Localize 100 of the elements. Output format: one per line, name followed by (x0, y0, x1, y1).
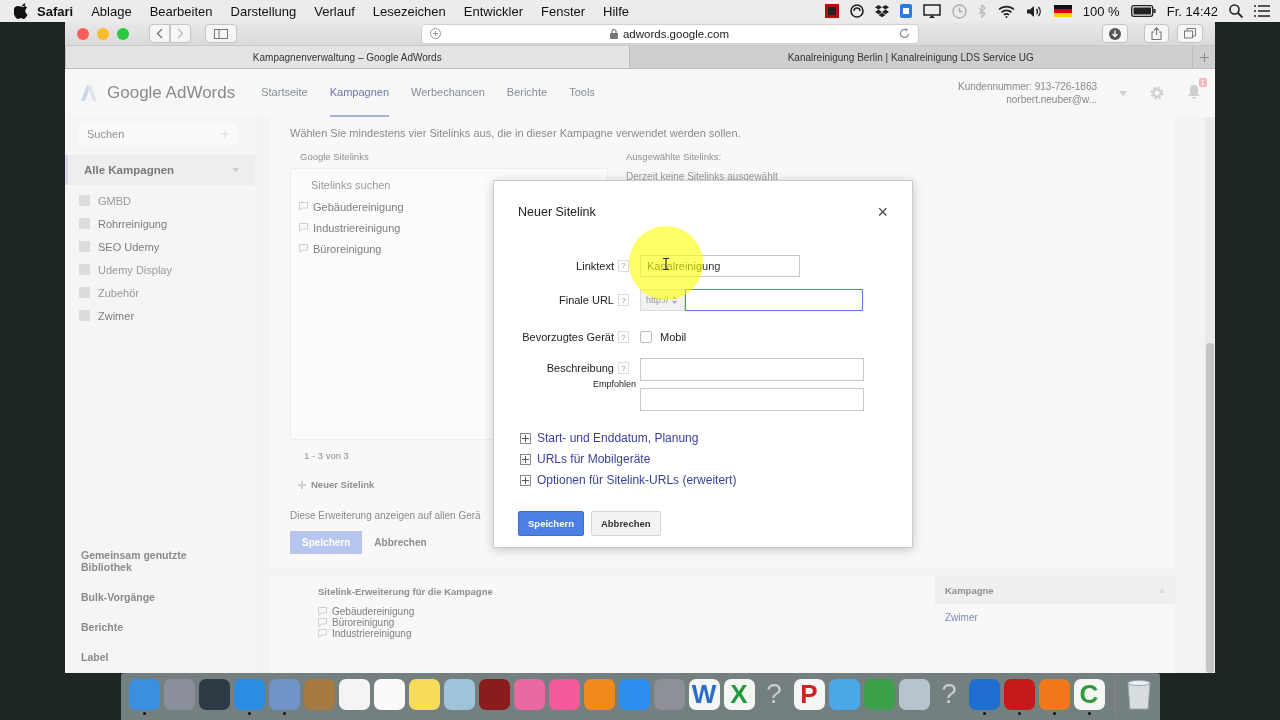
caret-down-icon[interactable] (1119, 90, 1127, 96)
download-button[interactable] (1102, 24, 1128, 43)
minimize-button[interactable] (97, 27, 109, 40)
help-icon[interactable]: ? (618, 331, 629, 343)
plus-icon[interactable] (1199, 52, 1209, 62)
question-mark-icon[interactable]: ? (758, 678, 790, 710)
download-icon (1109, 27, 1121, 40)
back-button[interactable] (149, 24, 170, 43)
campaign-item[interactable]: Zubehör (65, 281, 255, 304)
share-button[interactable] (1144, 24, 1169, 43)
all-campaigns-item[interactable]: Alle Kampagnen (65, 155, 255, 185)
cancel-button[interactable]: Abbrechen (590, 511, 661, 536)
tabs-button[interactable] (1177, 24, 1203, 43)
speaker-icon[interactable] (1025, 4, 1043, 18)
app-icon[interactable] (583, 678, 615, 710)
new-tab-icon[interactable] (429, 28, 441, 39)
battery-icon[interactable] (1130, 5, 1156, 17)
bluetooth-icon[interactable] (977, 4, 987, 18)
campaign-item[interactable]: SEO Udemy (65, 235, 255, 258)
checkbox[interactable] (640, 331, 652, 343)
nav-tab[interactable]: Startseite (261, 69, 308, 117)
forward-button[interactable] (170, 24, 191, 43)
menu-item[interactable]: Darstellung (221, 3, 306, 19)
save-button[interactable]: Speichern (518, 511, 584, 536)
menu-item[interactable]: Hilfe (594, 3, 639, 19)
address-bar[interactable]: adwords.google.com (420, 23, 919, 44)
menu-item[interactable]: Ablage (82, 3, 141, 19)
cancel-button[interactable]: Abbrechen (374, 537, 427, 548)
app-menu[interactable]: Safari (28, 3, 83, 19)
app-icon[interactable]: W (688, 678, 720, 710)
expander-link[interactable]: URLs für Mobilgeräte (520, 452, 888, 466)
sidebar-link[interactable]: Berichte (81, 621, 239, 633)
account-email[interactable]: norbert.neuber@w... (1006, 94, 1097, 105)
menu-item[interactable]: Fenster (532, 3, 595, 19)
column-header[interactable]: Kampagne (935, 576, 1175, 604)
app-icon[interactable]: X (723, 678, 755, 710)
sitelink-item[interactable]: Gebäudereinigung (299, 197, 404, 216)
help-icon[interactable]: ? (618, 259, 629, 272)
final-url-field[interactable] (685, 289, 863, 311)
reload-icon[interactable] (898, 28, 910, 39)
app-icon[interactable] (198, 678, 230, 710)
menu-item[interactable]: Bearbeiten (140, 3, 222, 19)
bell-icon[interactable] (1187, 84, 1201, 100)
help-icon[interactable]: ? (618, 294, 629, 306)
app-icon[interactable] (408, 678, 440, 710)
search-field[interactable]: Suchen (79, 123, 237, 145)
app-icon[interactable] (478, 678, 510, 710)
close-button[interactable] (77, 27, 89, 40)
app-icon[interactable]: C (1073, 678, 1105, 710)
app-icon[interactable] (373, 678, 405, 710)
clock[interactable]: Fr. 14:42 (1166, 3, 1218, 19)
search-icon[interactable] (1229, 4, 1243, 18)
campaign-item[interactable]: Zwimer (65, 304, 255, 327)
nav-tab[interactable]: Berichte (506, 69, 548, 117)
sidebar-link[interactable]: Bulk-Vorgänge (81, 591, 239, 603)
scrollbar-thumb[interactable] (1206, 343, 1214, 673)
search-field[interactable]: Sitelinks suchen (299, 175, 391, 195)
menu-item[interactable]: Verlauf (305, 3, 364, 19)
expander-link[interactable]: Optionen für Sitelink-URLs (erweitert) (520, 473, 888, 487)
app-icon[interactable]: P (793, 678, 825, 710)
display-icon[interactable] (922, 4, 941, 18)
checkbox-label[interactable]: Mobil (660, 331, 687, 343)
clock-icon[interactable] (951, 3, 967, 19)
flag-icon[interactable] (1053, 5, 1072, 17)
description-field[interactable] (640, 358, 864, 381)
nav-tab[interactable]: Tools (569, 69, 595, 117)
sidebar-link[interactable]: Label (81, 651, 239, 663)
sync-icon[interactable] (849, 4, 864, 18)
sitelink-item[interactable]: Büroreinigung (299, 239, 382, 258)
question-mark-icon[interactable]: ? (933, 678, 965, 710)
help-icon[interactable]: ? (618, 362, 629, 374)
menu-item[interactable]: Lesezeichen (363, 3, 455, 19)
menu-icon[interactable] (1254, 5, 1270, 17)
app-icon[interactable] (898, 678, 930, 710)
sidebar-link[interactable]: Gemeinsam genutzte Bibliothek (81, 549, 239, 573)
campaign-link[interactable]: Zwimer (935, 604, 988, 631)
settings-icon[interactable] (1149, 85, 1165, 101)
wifi-icon[interactable] (997, 4, 1015, 18)
app-icon[interactable] (443, 678, 475, 710)
trash-icon[interactable] (1125, 678, 1152, 710)
browser-tab[interactable]: Kanalreinigung Berlin | Kanalreinigung LDS Service UG (628, 46, 1192, 68)
app-icon[interactable] (828, 678, 860, 710)
campaign-item[interactable]: Rohrreinigung (65, 212, 255, 235)
menu-item[interactable]: Entwickler (454, 3, 532, 19)
zoom-button[interactable] (117, 27, 129, 40)
sidebar-button[interactable] (205, 24, 237, 43)
protocol-select[interactable]: http:// (640, 289, 685, 311)
nav-tab[interactable]: Werbechancen (411, 69, 485, 117)
new-sitelink-link[interactable]: Neuer Sitelink (298, 479, 375, 490)
close-button[interactable]: × (877, 203, 888, 221)
app-icon[interactable] (338, 678, 370, 710)
dropbox-icon[interactable] (874, 4, 889, 18)
expander-link[interactable]: Start- und Enddatum, Planung (520, 431, 888, 445)
sitelink-item[interactable]: Industriereinigung (299, 218, 401, 237)
browser-tab[interactable]: Kampagnenverwaltung – Google AdWords (65, 46, 629, 68)
field-label: Finale URL (557, 294, 614, 306)
app-status-icon[interactable] (824, 4, 839, 18)
campaign-item[interactable]: GMBD (65, 189, 255, 212)
campaign-item[interactable]: Udemy Display (65, 258, 255, 281)
description-field[interactable] (640, 388, 864, 411)
